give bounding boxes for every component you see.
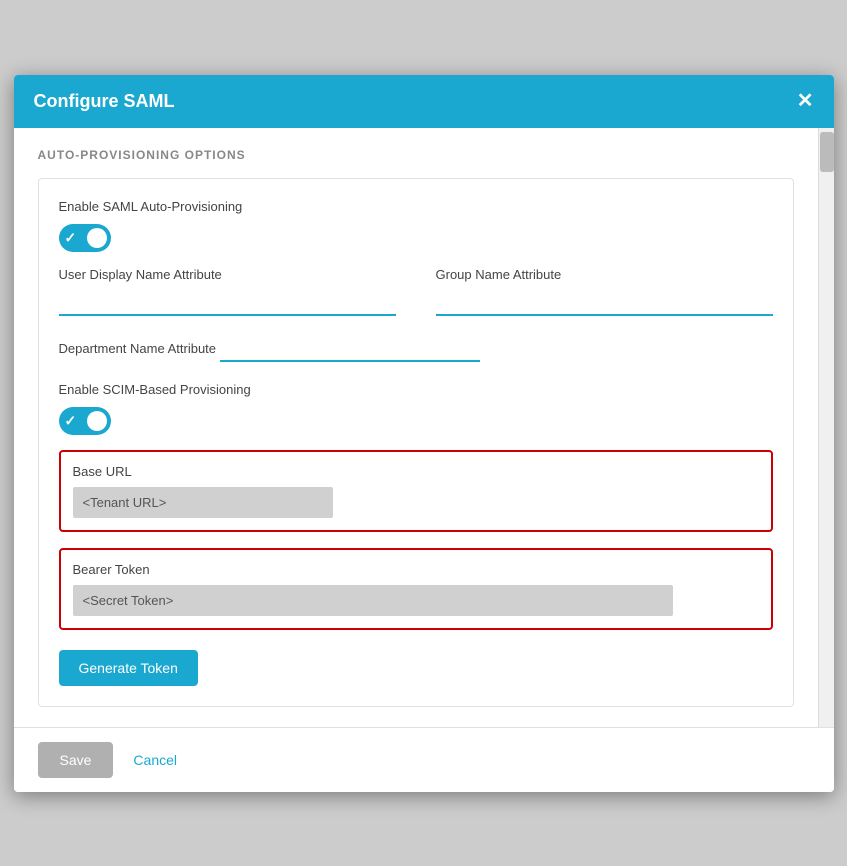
section-title: AUTO-PROVISIONING OPTIONS	[38, 148, 794, 162]
bearer-token-label: Bearer Token	[73, 562, 759, 577]
toggle-check-icon: ✓	[65, 229, 77, 246]
save-button[interactable]: Save	[38, 742, 114, 778]
user-display-name-label: User Display Name Attribute	[59, 267, 396, 282]
scrollbar-track[interactable]	[818, 128, 834, 727]
bearer-token-input[interactable]	[73, 585, 673, 616]
scrollbar-thumb[interactable]	[820, 132, 834, 172]
modal-title: Configure SAML	[34, 91, 175, 112]
toggle-knob	[87, 228, 107, 248]
user-display-name-group: User Display Name Attribute	[59, 267, 396, 316]
department-name-group: Department Name Attribute	[59, 336, 773, 362]
modal-header: Configure SAML ✕	[14, 75, 834, 128]
scim-toggle-knob	[87, 411, 107, 431]
base-url-box: Base URL	[59, 450, 773, 532]
department-name-label: Department Name Attribute	[59, 341, 217, 356]
user-group-row: User Display Name Attribute Group Name A…	[59, 267, 773, 316]
generate-token-button[interactable]: Generate Token	[59, 650, 198, 686]
enable-saml-toggle[interactable]: ✓	[59, 224, 111, 252]
user-display-name-input[interactable]	[59, 290, 396, 316]
group-name-input[interactable]	[436, 290, 773, 316]
base-url-input[interactable]	[73, 487, 333, 518]
enable-scim-section: Enable SCIM-Based Provisioning ✓	[59, 382, 773, 440]
enable-scim-label: Enable SCIM-Based Provisioning	[59, 382, 773, 397]
enable-saml-label: Enable SAML Auto-Provisioning	[59, 199, 773, 214]
modal-footer: Save Cancel	[14, 727, 834, 792]
enable-scim-toggle[interactable]: ✓	[59, 407, 111, 435]
bearer-token-box: Bearer Token	[59, 548, 773, 630]
modal-body: AUTO-PROVISIONING OPTIONS Enable SAML Au…	[14, 128, 834, 727]
cancel-button[interactable]: Cancel	[133, 752, 177, 768]
auto-provisioning-card: Enable SAML Auto-Provisioning ✓	[38, 178, 794, 707]
close-button[interactable]: ✕	[797, 91, 814, 111]
scim-toggle-bg: ✓	[59, 407, 111, 435]
toggle-bg: ✓	[59, 224, 111, 252]
department-name-input[interactable]	[220, 336, 480, 362]
enable-saml-section: Enable SAML Auto-Provisioning ✓	[59, 199, 773, 257]
configure-saml-modal: Configure SAML ✕ AUTO-PROVISIONING OPTIO…	[14, 75, 834, 792]
scim-toggle-check-icon: ✓	[65, 412, 77, 429]
base-url-label: Base URL	[73, 464, 759, 479]
group-name-group: Group Name Attribute	[436, 267, 773, 316]
group-name-label: Group Name Attribute	[436, 267, 773, 282]
